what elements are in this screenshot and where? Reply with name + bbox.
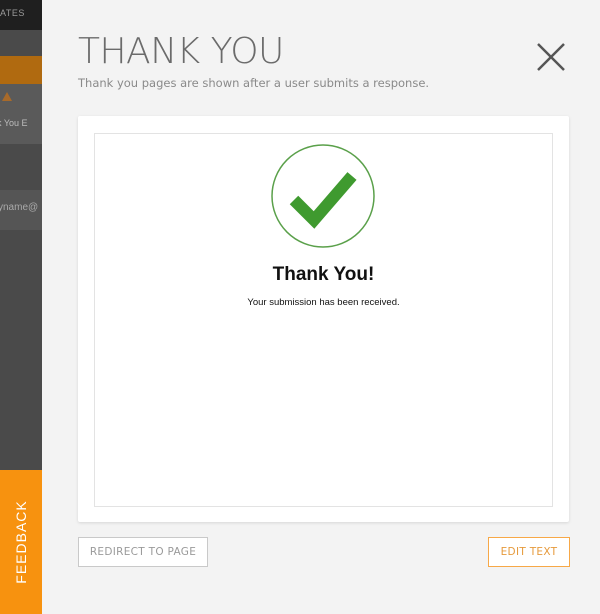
feedback-label: FEEDBACK [13, 500, 29, 584]
background-topbar: ATES [0, 0, 42, 30]
thank-you-modal: THANK YOU Thank you pages are shown afte… [42, 0, 600, 614]
background-orange-bar [0, 56, 42, 84]
thank-you-heading: Thank You! [272, 264, 375, 285]
thank-you-preview-panel: Thank You! Your submission has been rece… [78, 116, 569, 522]
background-app: ATES k You E yname@ FEEDBACK [0, 0, 42, 614]
edit-text-button[interactable]: EDIT TEXT [488, 537, 570, 567]
background-topbar-text: ATES [0, 8, 25, 18]
background-toolbar-label: k You E [0, 118, 28, 128]
close-icon [537, 43, 565, 71]
thank-you-message: Your submission has been received. [247, 297, 400, 308]
background-field-text: yname@ [0, 202, 39, 213]
background-field: yname@ [0, 190, 42, 230]
modal-title: THANK YOU [78, 31, 284, 72]
feedback-tab[interactable]: FEEDBACK [0, 470, 42, 614]
redirect-to-page-button[interactable]: REDIRECT TO PAGE [78, 537, 208, 567]
modal-subtitle: Thank you pages are shown after a user s… [78, 76, 430, 90]
close-button[interactable] [532, 38, 570, 76]
thank-you-page-icon [2, 92, 12, 101]
thank-you-preview: Thank You! Your submission has been rece… [94, 133, 553, 507]
background-toolbar: k You E [0, 84, 42, 144]
check-circle-icon [271, 144, 375, 248]
